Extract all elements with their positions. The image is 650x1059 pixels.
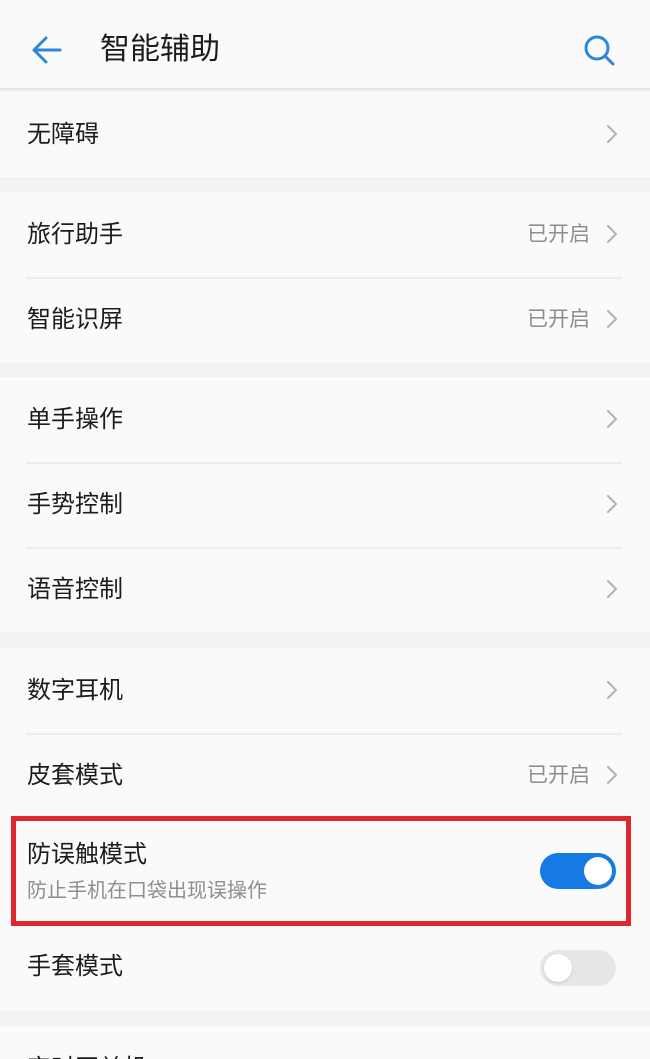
back-button[interactable] bbox=[26, 28, 70, 72]
settings-item-one-hand-mode[interactable]: 单手操作 bbox=[0, 377, 650, 462]
settings-item-voice-control[interactable]: 语音控制 bbox=[0, 547, 650, 632]
chevron-right-icon bbox=[607, 1058, 609, 1059]
status-text: 已开启 bbox=[527, 222, 590, 246]
settings-group-controls: 单手操作 手势控制 语音控制 bbox=[0, 377, 650, 632]
search-icon bbox=[584, 35, 615, 66]
settings-item-travel-assistant[interactable]: 旅行助手 已开启 bbox=[0, 192, 650, 277]
settings-group-accessibility: 无障碍 bbox=[0, 92, 650, 177]
item-label: 防误触模式 bbox=[27, 840, 147, 868]
settings-item-scheduled-power[interactable]: 定时开关机 bbox=[0, 1026, 650, 1059]
settings-item-gesture-control[interactable]: 手势控制 bbox=[0, 462, 650, 547]
item-label: 手势控制 bbox=[27, 490, 123, 518]
settings-item-cover-mode[interactable]: 皮套模式 已开启 bbox=[0, 733, 650, 818]
settings-item-smart-screen-recognition[interactable]: 智能识屏 已开启 bbox=[0, 277, 650, 362]
item-label: 单手操作 bbox=[27, 405, 123, 433]
item-label: 定时开关机 bbox=[27, 1026, 147, 1059]
glove-mode-toggle[interactable] bbox=[540, 950, 616, 986]
chevron-right-icon bbox=[606, 309, 618, 329]
settings-group-assistants: 旅行助手 已开启 智能识屏 已开启 bbox=[0, 192, 650, 362]
chevron-right-icon bbox=[606, 409, 618, 429]
item-label: 旅行助手 bbox=[27, 220, 123, 248]
toggle-knob bbox=[584, 857, 612, 885]
item-subtitle: 防止手机在口袋出现误操作 bbox=[27, 878, 267, 902]
item-label: 数字耳机 bbox=[27, 676, 123, 704]
chevron-right-icon bbox=[606, 579, 618, 599]
settings-item-glove-mode[interactable]: 手套模式 bbox=[0, 924, 650, 1010]
settings-item-digital-earphones[interactable]: 数字耳机 bbox=[0, 648, 650, 733]
settings-group-modes: 数字耳机 皮套模式 已开启 防误触模式 防止手机在口袋出现误操作 手套模式 bbox=[0, 648, 650, 1010]
status-text: 已开启 bbox=[527, 307, 590, 331]
settings-item-pocket-mode[interactable]: 防误触模式 防止手机在口袋出现误操作 bbox=[0, 818, 650, 924]
chevron-right-icon bbox=[606, 224, 618, 244]
page-title: 智能辅助 bbox=[100, 32, 220, 67]
chevron-right-icon bbox=[606, 494, 618, 514]
settings-item-accessibility[interactable]: 无障碍 bbox=[0, 92, 650, 177]
header-bar: 智能辅助 bbox=[0, 0, 650, 90]
item-label: 皮套模式 bbox=[27, 761, 123, 789]
search-button[interactable] bbox=[576, 28, 620, 72]
status-text: 已开启 bbox=[527, 763, 590, 787]
settings-group-scheduled: 定时开关机 bbox=[0, 1026, 650, 1059]
pocket-mode-toggle[interactable] bbox=[540, 853, 616, 889]
item-label: 无障碍 bbox=[27, 120, 99, 148]
toggle-knob bbox=[544, 954, 572, 982]
item-label: 智能识屏 bbox=[27, 305, 123, 333]
smart-assist-settings-screen: 智能辅助 无障碍 旅行助手 已开启 智能识屏 已开启 单手操作 手势控制 语音控… bbox=[0, 0, 650, 1059]
chevron-right-icon bbox=[606, 765, 618, 785]
chevron-right-icon bbox=[606, 680, 618, 700]
chevron-right-icon bbox=[606, 124, 618, 144]
item-label: 语音控制 bbox=[27, 575, 123, 603]
item-label: 手套模式 bbox=[27, 952, 123, 980]
back-arrow-icon bbox=[32, 36, 62, 64]
